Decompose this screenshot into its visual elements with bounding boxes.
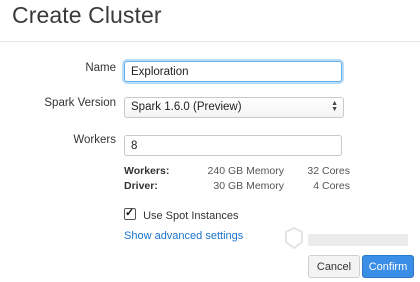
confirm-button[interactable]: Confirm — [362, 255, 414, 278]
checkmark-icon: ✓ — [125, 207, 135, 219]
workers-stats-label: Workers: — [124, 165, 170, 177]
workers-label: Workers — [73, 134, 116, 146]
title-divider — [0, 41, 420, 42]
driver-cores: 4 Cores — [313, 180, 350, 192]
spark-version-select[interactable]: Spark 1.6.0 (Preview) ▲ ▼ — [124, 97, 344, 118]
name-label: Name — [85, 62, 116, 74]
spot-instances-label: Use Spot Instances — [143, 210, 239, 222]
spot-instances-checkbox[interactable]: ✓ — [124, 207, 136, 220]
name-input[interactable] — [124, 61, 342, 82]
workers-input[interactable] — [124, 135, 342, 156]
watermark-logo — [285, 226, 408, 250]
driver-stats-label: Driver: — [124, 180, 158, 192]
workers-cores: 32 Cores — [307, 165, 350, 177]
select-arrows-icon: ▲ ▼ — [331, 100, 338, 113]
show-advanced-settings-link[interactable]: Show advanced settings — [124, 230, 243, 242]
dialog-title: Create Cluster — [12, 2, 162, 28]
spark-version-label: Spark Version — [44, 97, 116, 109]
workers-memory: 240 GB Memory — [207, 165, 284, 177]
spark-version-value: Spark 1.6.0 (Preview) — [131, 101, 242, 113]
driver-memory: 30 GB Memory — [213, 180, 284, 192]
cancel-button[interactable]: Cancel — [308, 255, 360, 278]
spot-instances-row[interactable]: ✓ Use Spot Instances — [124, 207, 239, 222]
